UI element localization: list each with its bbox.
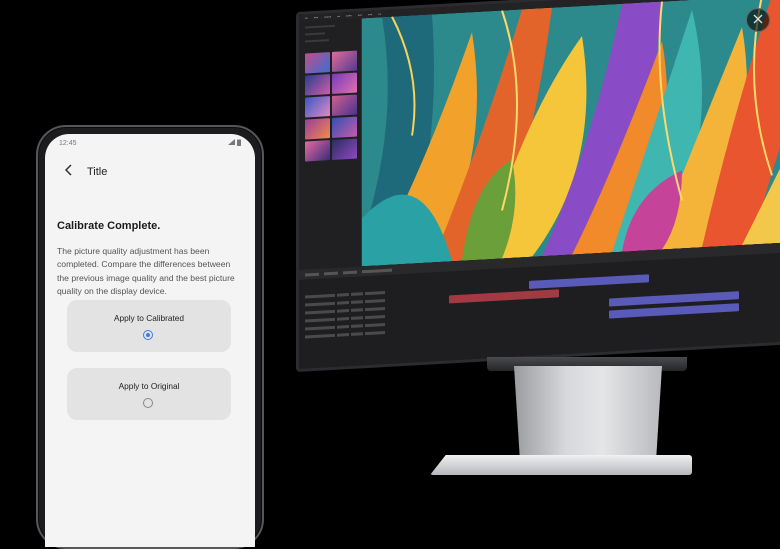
radio-unselected[interactable]	[143, 398, 153, 408]
chevron-left-icon	[64, 163, 72, 181]
status-bar: 12:45	[45, 134, 255, 152]
thumbnail[interactable]	[305, 140, 330, 162]
thumbnail[interactable]	[332, 116, 357, 138]
monitor-stand-neck	[514, 366, 662, 460]
phone-device: 12:45 Title Calibrate Complete. The pict…	[36, 125, 264, 549]
thumbnail[interactable]	[305, 96, 330, 118]
option-label: Apply to Original	[118, 381, 180, 391]
app-bar: Title	[45, 158, 255, 186]
tropical-leaves-artwork	[362, 0, 780, 267]
close-button[interactable]	[746, 8, 770, 32]
close-icon	[753, 11, 763, 29]
image-canvas[interactable]	[362, 0, 780, 267]
signal-icon	[228, 139, 235, 147]
radio-selected[interactable]	[143, 330, 153, 340]
thumbnail[interactable]	[332, 72, 357, 94]
back-button[interactable]	[57, 161, 79, 183]
battery-icon	[237, 139, 241, 148]
thumbnail-grid	[305, 50, 357, 162]
phone-screen: 12:45 Title Calibrate Complete. The pict…	[45, 134, 255, 547]
status-time: 12:45	[59, 139, 77, 147]
timeline-clip[interactable]	[609, 303, 739, 319]
calibrate-headline: Calibrate Complete.	[57, 220, 161, 232]
option-label: Apply to Calibrated	[113, 313, 185, 323]
timeline-clip[interactable]	[529, 274, 649, 289]
thumbnail[interactable]	[305, 118, 330, 140]
thumbnail[interactable]	[305, 74, 330, 96]
page-title: Title	[87, 166, 108, 178]
thumbnail[interactable]	[332, 94, 357, 116]
option-apply-calibrated[interactable]: Apply to Calibrated	[67, 300, 231, 352]
media-sidebar	[299, 18, 362, 270]
thumbnail[interactable]	[332, 50, 357, 72]
monitor-stand-base	[430, 455, 692, 475]
monitor-display: ▪▪ ▪▪▪ ▪▪▪▪▪ ▪▪ ▪▪▪▪ ▪▪▪ ▪▪▪ ▪▪	[296, 0, 780, 373]
thumbnail[interactable]	[332, 138, 357, 160]
option-apply-original[interactable]: Apply to Original	[67, 368, 231, 420]
calibrate-description: The picture quality adjustment has been …	[57, 246, 235, 297]
thumbnail[interactable]	[305, 52, 330, 74]
timeline-clip[interactable]	[449, 289, 559, 304]
